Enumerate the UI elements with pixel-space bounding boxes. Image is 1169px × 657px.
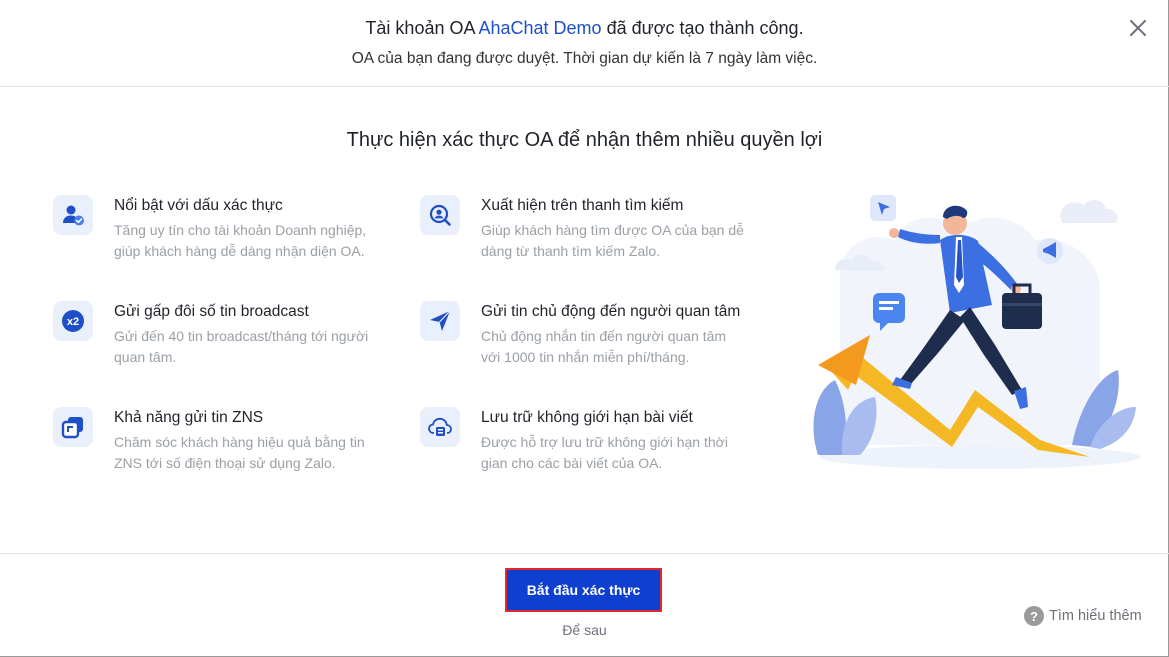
title-prefix: Tài khoản OA	[365, 18, 479, 38]
search-user-icon	[420, 195, 460, 235]
cloud-storage-icon	[420, 407, 460, 447]
feature-desc: Chăm sóc khách hàng hiệu quả bằng tin ZN…	[114, 434, 365, 471]
x2-icon: x2	[53, 301, 93, 341]
feature-broadcast: x2 Gửi gấp đôi số tin broadcast Gửi đến …	[53, 301, 383, 381]
modal-header: Tài khoản OA AhaChat Demo đã được tạo th…	[0, 0, 1169, 87]
verification-modal: Tài khoản OA AhaChat Demo đã được tạo th…	[0, 0, 1169, 657]
feature-title: Xuất hiện trên thanh tìm kiếm	[481, 197, 684, 214]
feature-desc: Chủ động nhắn tin đến người quan tâm với…	[481, 328, 727, 365]
feature-desc: Tăng uy tín cho tài khoản Doanh nghiệp, …	[114, 222, 367, 259]
close-icon[interactable]	[1126, 16, 1150, 40]
feature-title: Gửi tin chủ động đến người quan tâm	[481, 303, 741, 320]
section-title: Thực hiện xác thực OA để nhận thêm nhiều…	[346, 129, 823, 151]
title-suffix: đã được tạo thành công.	[601, 18, 804, 38]
success-illustration	[800, 185, 1140, 475]
start-verification-button[interactable]: Bắt đầu xác thực	[505, 568, 662, 612]
feature-verified: Nổi bật với dấu xác thực Tăng uy tín cho…	[53, 195, 383, 275]
learn-more-link[interactable]: ? Tìm hiểu thêm	[1024, 606, 1142, 626]
feature-desc: Được hỗ trợ lưu trữ không giới hạn thời …	[481, 434, 728, 471]
feature-search: Xuất hiện trên thanh tìm kiếm Giúp khách…	[420, 195, 750, 275]
help-icon: ?	[1024, 606, 1044, 626]
verified-user-icon	[53, 195, 93, 235]
feature-storage: Lưu trữ không giới hạn bài viết Được hỗ …	[420, 407, 750, 487]
later-link[interactable]: Để sau	[0, 622, 1169, 638]
feature-zns: Khả năng gửi tin ZNS Chăm sóc khách hàng…	[53, 407, 383, 487]
send-icon	[420, 301, 460, 341]
svg-text:x2: x2	[67, 316, 79, 328]
feature-title: Gửi gấp đôi số tin broadcast	[114, 303, 309, 320]
oa-name: AhaChat Demo	[478, 18, 602, 38]
learn-more-label: Tìm hiểu thêm	[1049, 608, 1142, 624]
feature-title: Lưu trữ không giới hạn bài viết	[481, 409, 693, 426]
zns-icon	[53, 407, 93, 447]
feature-desc: Giúp khách hàng tìm được OA của bạn dễ d…	[481, 222, 744, 259]
feature-title: Nổi bật với dấu xác thực	[114, 197, 283, 214]
feature-proactive-message: Gửi tin chủ động đến người quan tâm Chủ …	[420, 301, 750, 381]
feature-title: Khả năng gửi tin ZNS	[114, 409, 264, 426]
feature-desc: Gửi đến 40 tin broadcast/tháng tới người…	[114, 328, 369, 365]
success-title: Tài khoản OA AhaChat Demo đã được tạo th…	[0, 18, 1169, 39]
review-subtitle: OA của bạn đang được duyệt. Thời gian dự…	[351, 50, 818, 67]
